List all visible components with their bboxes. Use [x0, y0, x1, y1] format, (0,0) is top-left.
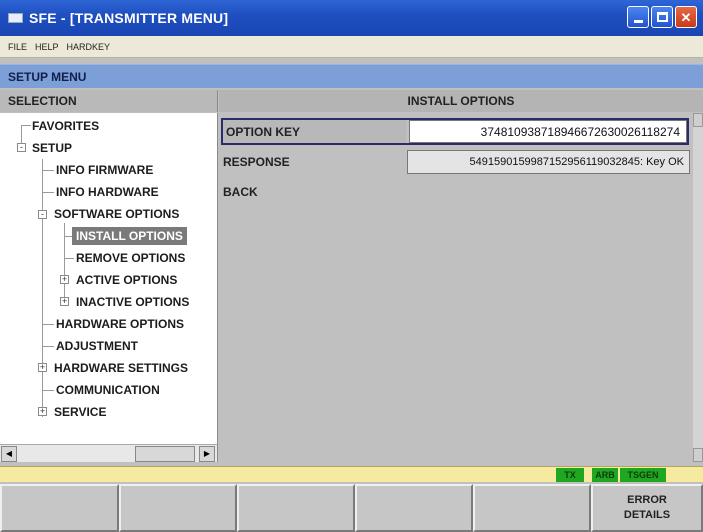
expand-service-icon[interactable]: +	[38, 407, 47, 416]
menu-help[interactable]: HELP	[35, 42, 59, 52]
tree-item-communication[interactable]: COMMUNICATION	[56, 381, 160, 399]
expand-inactive-options-icon[interactable]: +	[60, 297, 69, 306]
option-key-row: OPTION KEY 37481093871894667263002611827…	[221, 118, 689, 145]
tree-item-software-options[interactable]: SOFTWARE OPTIONS	[54, 205, 179, 223]
tree-connector	[42, 324, 54, 325]
column-headers: SELECTION INSTALL OPTIONS	[0, 90, 703, 112]
close-button[interactable]: ✕	[675, 6, 697, 28]
scroll-right-icon[interactable]: ▶	[199, 446, 215, 462]
tree-connector	[42, 390, 54, 391]
tree-item-remove-options[interactable]: REMOVE OPTIONS	[76, 249, 185, 267]
maximize-button[interactable]	[651, 6, 673, 28]
menu-file[interactable]: FILE	[8, 42, 27, 52]
tree-item-install-options[interactable]: INSTALL OPTIONS	[72, 227, 187, 245]
response-field: 549159015998715295611903284​5: Key OK	[407, 150, 690, 174]
collapse-software-options-icon[interactable]: -	[38, 210, 47, 219]
close-icon: ✕	[680, 9, 692, 25]
expand-active-options-icon[interactable]: +	[60, 275, 69, 284]
status-badge-tx: TX	[556, 468, 584, 482]
response-label: RESPONSE	[223, 155, 290, 169]
scroll-thumb[interactable]	[135, 446, 195, 462]
option-key-input[interactable]: 374810938718946672630026118274	[409, 120, 687, 143]
softkey-5[interactable]	[473, 484, 591, 532]
scroll-down-icon[interactable]	[693, 448, 703, 462]
softkey-2[interactable]	[119, 484, 237, 532]
scroll-left-icon[interactable]: ◀	[1, 446, 17, 462]
install-options-header: INSTALL OPTIONS	[219, 90, 703, 112]
title-bar: SFE - [TRANSMITTER MENU] ✕	[0, 0, 703, 36]
error-details-button[interactable]: ERROR DETAILS	[591, 484, 703, 532]
softkey-3[interactable]	[237, 484, 355, 532]
softkey-bar: ERROR DETAILS	[0, 484, 703, 532]
status-bar: TX ARB TSGEN	[0, 466, 703, 482]
menu-hardkey[interactable]: HARDKEY	[67, 42, 111, 52]
expand-hardware-settings-icon[interactable]: +	[38, 363, 47, 372]
window-title: SFE - [TRANSMITTER MENU]	[29, 10, 229, 26]
selection-header: SELECTION	[0, 90, 218, 112]
tree-item-inactive-options[interactable]: INACTIVE OPTIONS	[76, 293, 189, 311]
tree-item-hardware-options[interactable]: HARDWARE OPTIONS	[56, 315, 184, 333]
tree-item-adjustment[interactable]: ADJUSTMENT	[56, 337, 138, 355]
tree-item-info-hardware[interactable]: INFO HARDWARE	[56, 183, 159, 201]
selection-tree: - - + + + + FAVORITES SETUP INFO FIRMWAR…	[0, 113, 218, 444]
maximize-icon	[656, 12, 668, 22]
menu-bar: FILE HELP HARDKEY	[0, 36, 703, 58]
minimize-button[interactable]	[627, 6, 649, 28]
softkey-1[interactable]	[0, 484, 119, 532]
setup-menu-header: SETUP MENU	[0, 64, 703, 88]
tree-connector	[21, 125, 31, 126]
tree-item-favorites[interactable]: FAVORITES	[32, 117, 99, 135]
panel-vertical-scrollbar[interactable]	[693, 113, 703, 462]
tree-item-hardware-settings[interactable]: HARDWARE SETTINGS	[54, 359, 188, 377]
tree-item-service[interactable]: SERVICE	[54, 403, 106, 421]
softkey-4[interactable]	[355, 484, 473, 532]
scroll-up-icon[interactable]	[693, 113, 703, 127]
tree-item-setup[interactable]: SETUP	[32, 139, 72, 157]
back-item[interactable]: BACK	[221, 181, 258, 203]
option-key-label: OPTION KEY	[223, 120, 406, 143]
status-badge-tsgen: TSGEN	[620, 468, 666, 482]
install-options-panel: OPTION KEY 37481093871894667263002611827…	[219, 113, 703, 462]
tree-connector	[42, 170, 54, 171]
status-badge-arb: ARB	[592, 468, 618, 482]
app-icon	[8, 13, 23, 23]
tree-connector	[42, 346, 54, 347]
tree-horizontal-scrollbar[interactable]: ◀ ▶	[0, 444, 218, 462]
tree-item-active-options[interactable]: ACTIVE OPTIONS	[76, 271, 177, 289]
tree-connector	[64, 258, 74, 259]
minimize-icon	[633, 19, 643, 23]
window-controls: ✕	[627, 6, 697, 28]
tree-item-info-firmware[interactable]: INFO FIRMWARE	[56, 161, 153, 179]
tree-connector	[42, 192, 54, 193]
tree-connector	[64, 223, 65, 299]
tree-connector	[42, 159, 43, 417]
collapse-setup-icon[interactable]: -	[17, 143, 26, 152]
